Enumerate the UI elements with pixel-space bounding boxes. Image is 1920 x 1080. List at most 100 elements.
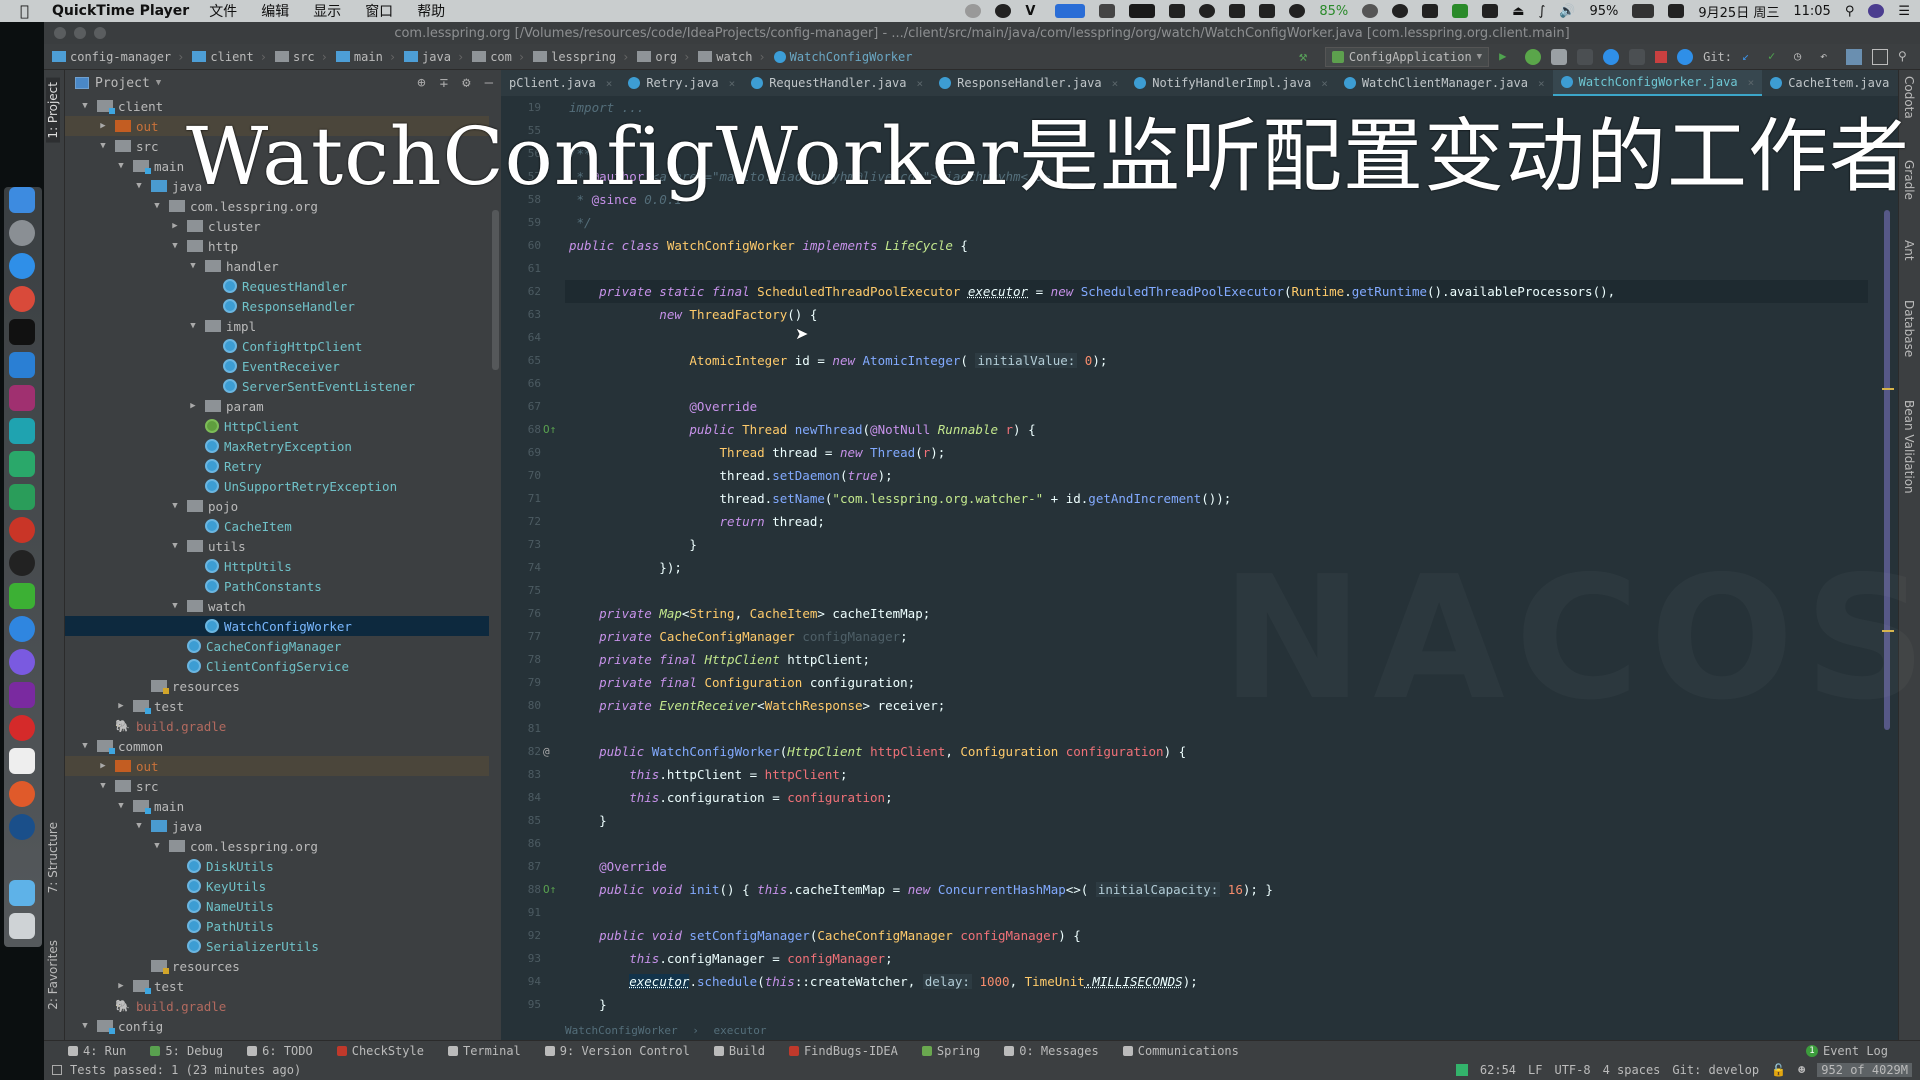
goland-icon[interactable] xyxy=(9,418,35,444)
line-number[interactable]: 75 xyxy=(501,579,541,602)
git-history-icon[interactable]: ◷ xyxy=(1794,49,1810,65)
tree-item-com-lesspring-org[interactable]: ▼ com.lesspring.org xyxy=(65,836,489,856)
tree-item-cacheitem[interactable]: ▶CacheItem xyxy=(65,516,489,536)
expand-down-icon[interactable]: ▼ xyxy=(169,501,181,511)
tree-item-resources[interactable]: ▶resources xyxy=(65,676,489,696)
line-number[interactable]: 60 xyxy=(501,234,541,257)
vpn-icon[interactable] xyxy=(995,4,1012,18)
code-line[interactable]: thread.setName("com.lesspring.org.watche… xyxy=(565,487,1868,510)
code-line[interactable] xyxy=(565,372,1868,395)
code-line[interactable]: AtomicInteger id = new AtomicInteger( in… xyxy=(565,349,1868,372)
mail-icon[interactable] xyxy=(9,616,35,642)
file-encoding[interactable]: UTF-8 xyxy=(1554,1063,1590,1077)
tree-item-test[interactable]: ▶ test xyxy=(65,976,489,996)
line-number[interactable]: 80 xyxy=(501,694,541,717)
git-revert-icon[interactable]: ↶ xyxy=(1820,49,1836,65)
inspector-icon[interactable]: ☻ xyxy=(1798,1063,1805,1077)
line-number[interactable]: 63 xyxy=(501,303,541,326)
expand-down-icon[interactable]: ▼ xyxy=(169,601,181,611)
trash-icon[interactable] xyxy=(9,913,35,939)
tree-item-confighttpclient[interactable]: ▶ConfigHttpClient xyxy=(65,336,489,356)
tool-window-findbugs-idea[interactable]: FindBugs-IDEA xyxy=(788,1044,898,1058)
expand-right-icon[interactable]: ▶ xyxy=(169,221,181,231)
tree-item-responsehandler[interactable]: ▶ResponseHandler xyxy=(65,296,489,316)
tree-item-test[interactable]: ▶ test xyxy=(65,696,489,716)
debug-icon[interactable] xyxy=(1525,49,1542,65)
breadcrumb-java[interactable]: java › xyxy=(404,50,464,64)
hide-panel-icon[interactable]: — xyxy=(485,75,493,91)
line-number[interactable]: 59 xyxy=(501,211,541,234)
caret-position[interactable]: 62:54 xyxy=(1480,1063,1516,1077)
menu-edit[interactable]: 编辑 xyxy=(261,1,289,21)
line-number[interactable]: 79 xyxy=(501,671,541,694)
tree-item-eventreceiver[interactable]: ▶EventReceiver xyxy=(65,356,489,376)
line-number[interactable]: 92 xyxy=(501,924,541,947)
close-tab-icon[interactable]: × xyxy=(729,77,736,90)
expand-down-icon[interactable]: ▼ xyxy=(133,181,145,191)
qq-icon[interactable] xyxy=(1422,4,1439,18)
project-view-selector[interactable]: Project xyxy=(95,76,150,91)
tool-window-checkstyle[interactable]: CheckStyle xyxy=(336,1044,424,1058)
line-number[interactable]: 61 xyxy=(501,257,541,280)
lock-icon[interactable]: 🔓 xyxy=(1771,1063,1786,1077)
line-separator[interactable]: LF xyxy=(1528,1063,1542,1077)
expand-down-icon[interactable]: ▼ xyxy=(79,1021,91,1031)
box-icon[interactable] xyxy=(1482,4,1499,18)
breadcrumb-src[interactable]: src › xyxy=(274,50,328,64)
tree-item-main[interactable]: ▼ main xyxy=(65,796,489,816)
line-number[interactable]: 94 xyxy=(501,970,541,993)
expand-down-icon[interactable]: ▼ xyxy=(97,781,109,791)
code-line[interactable]: executor.schedule(this::createWatcher, d… xyxy=(565,970,1868,993)
code-line[interactable]: } xyxy=(565,809,1868,832)
expand-down-icon[interactable]: ▼ xyxy=(79,101,91,111)
code-line[interactable]: public void setConfigManager(CacheConfig… xyxy=(565,924,1868,947)
expand-down-icon[interactable]: ▼ xyxy=(169,541,181,551)
expand-down-icon[interactable]: ▼ xyxy=(133,821,145,831)
tree-item-watchconfigworker[interactable]: ▶WatchConfigWorker xyxy=(65,616,489,636)
tree-item-pathutils[interactable]: ▶PathUtils xyxy=(65,916,489,936)
qq-app-icon[interactable] xyxy=(9,550,35,576)
tool-window-build[interactable]: Build xyxy=(713,1044,765,1058)
signal-icon[interactable] xyxy=(1452,4,1469,18)
terminal-toolbar-icon[interactable] xyxy=(1872,49,1888,65)
dashboard-icon[interactable] xyxy=(1603,49,1620,65)
project-tool-tab[interactable]: 1: Project xyxy=(46,78,60,143)
tree-item-http[interactable]: ▼ http xyxy=(65,236,489,256)
tree-item-pathconstants[interactable]: ▶PathConstants xyxy=(65,576,489,596)
tree-item-nameutils[interactable]: ▶NameUtils xyxy=(65,896,489,916)
code-line[interactable]: thread.setDaemon(true); xyxy=(565,464,1868,487)
tool-window-5-debug[interactable]: 5: Debug xyxy=(150,1044,223,1058)
close-tab-icon[interactable]: × xyxy=(1112,77,1119,90)
tree-item-param[interactable]: ▶ param xyxy=(65,396,489,416)
breadcrumb-config-manager[interactable]: config-manager › xyxy=(52,50,184,64)
app-name[interactable]: QuickTime Player xyxy=(52,3,189,19)
structure-crumb-field[interactable]: executor xyxy=(713,1024,766,1037)
breadcrumb-client[interactable]: client › xyxy=(192,50,267,64)
line-number[interactable]: 64 xyxy=(501,326,541,349)
datagrip-icon[interactable] xyxy=(9,484,35,510)
expand-down-icon[interactable]: ▼ xyxy=(151,201,163,211)
git-branch[interactable]: Git: develop xyxy=(1672,1063,1759,1077)
line-number[interactable]: 71 xyxy=(501,487,541,510)
apple-icon[interactable]:  xyxy=(20,2,42,20)
tree-item-pojo[interactable]: ▼ pojo xyxy=(65,496,489,516)
tree-item-unsupportretryexception[interactable]: ▶UnSupportRetryException xyxy=(65,476,489,496)
finder-icon[interactable] xyxy=(9,187,35,213)
tool-window-6-todo[interactable]: 6: TODO xyxy=(247,1044,313,1058)
redis-icon[interactable] xyxy=(9,517,35,543)
breadcrumb-watch[interactable]: watch › xyxy=(698,50,766,64)
tree-item-common[interactable]: ▼ common xyxy=(65,736,489,756)
line-number[interactable]: 76 xyxy=(501,602,541,625)
compass-icon[interactable] xyxy=(9,781,35,807)
search-everywhere-icon[interactable]: ⚲ xyxy=(1898,49,1914,65)
expand-down-icon[interactable]: ▼ xyxy=(151,841,163,851)
close-tab-icon[interactable]: × xyxy=(606,77,613,90)
code-line[interactable]: } xyxy=(565,993,1868,1016)
tree-item-httpclient[interactable]: ▶HttpClient xyxy=(65,416,489,436)
line-number[interactable]: 70 xyxy=(501,464,541,487)
git-update-icon[interactable]: ↙ xyxy=(1742,49,1758,65)
intellij-icon[interactable] xyxy=(9,385,35,411)
line-number[interactable]: 73 xyxy=(501,533,541,556)
menu-view[interactable]: 显示 xyxy=(313,1,341,21)
chevron-down-icon[interactable]: ▼ xyxy=(156,78,161,88)
